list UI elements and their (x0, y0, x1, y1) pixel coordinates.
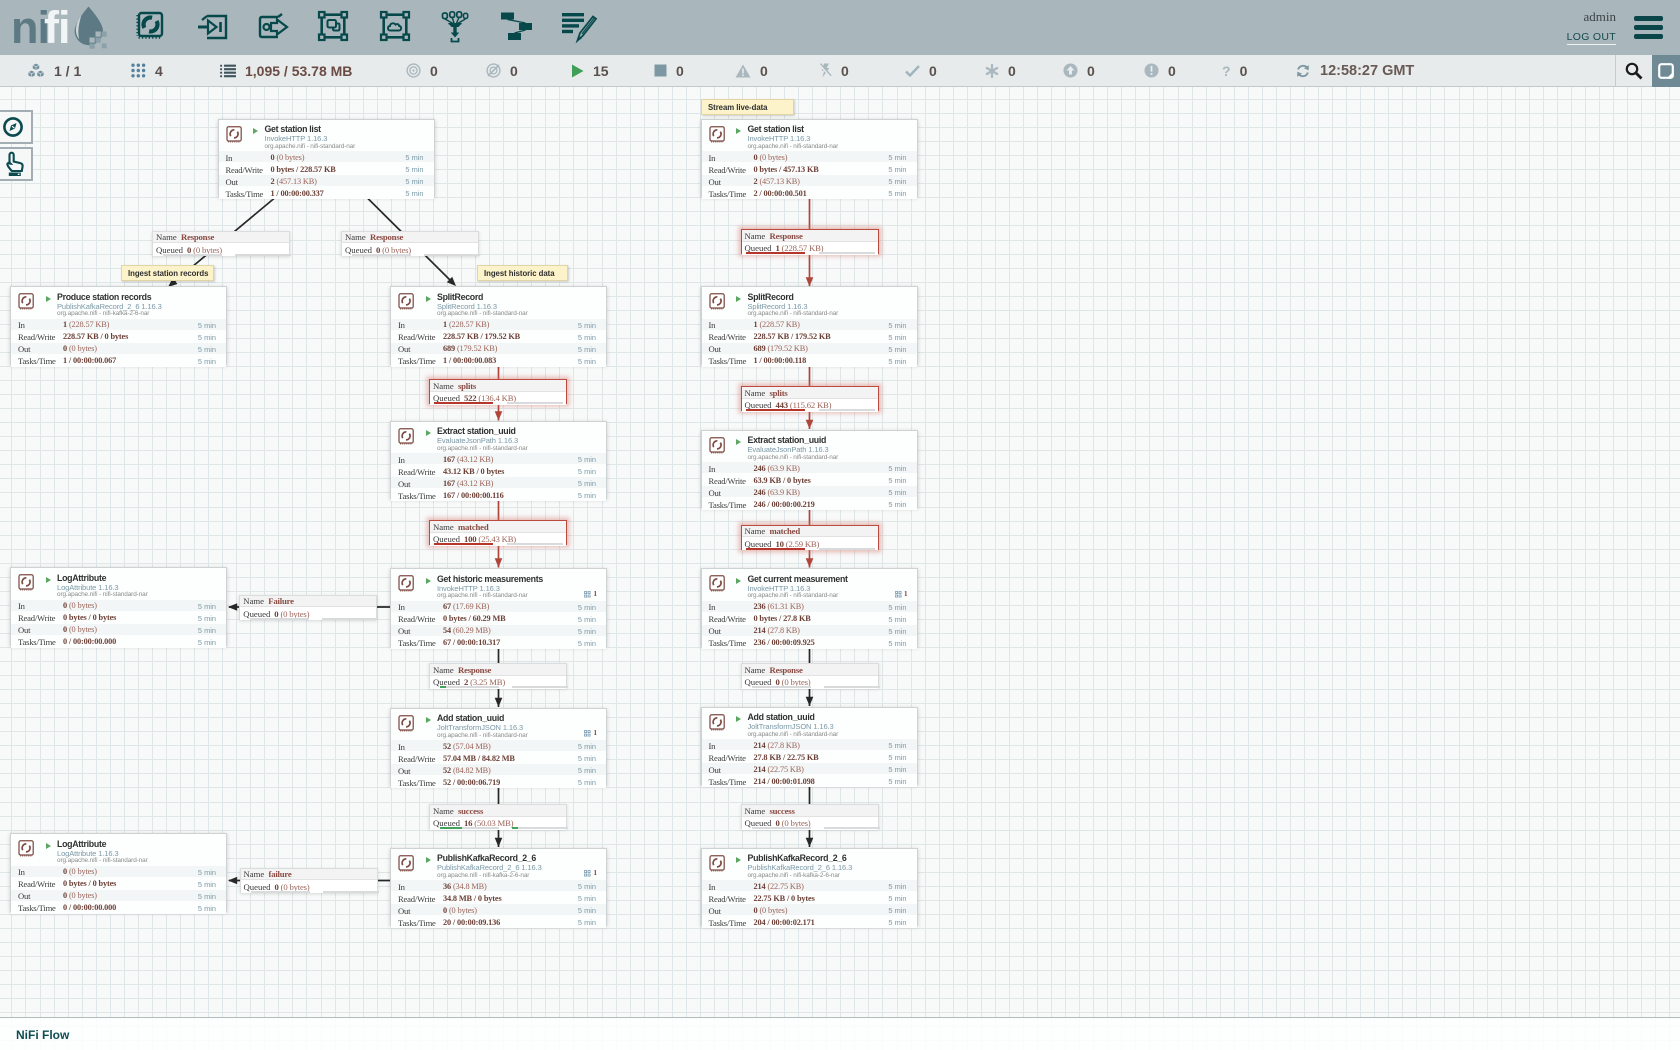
svg-text:fi: fi (44, 2, 70, 53)
